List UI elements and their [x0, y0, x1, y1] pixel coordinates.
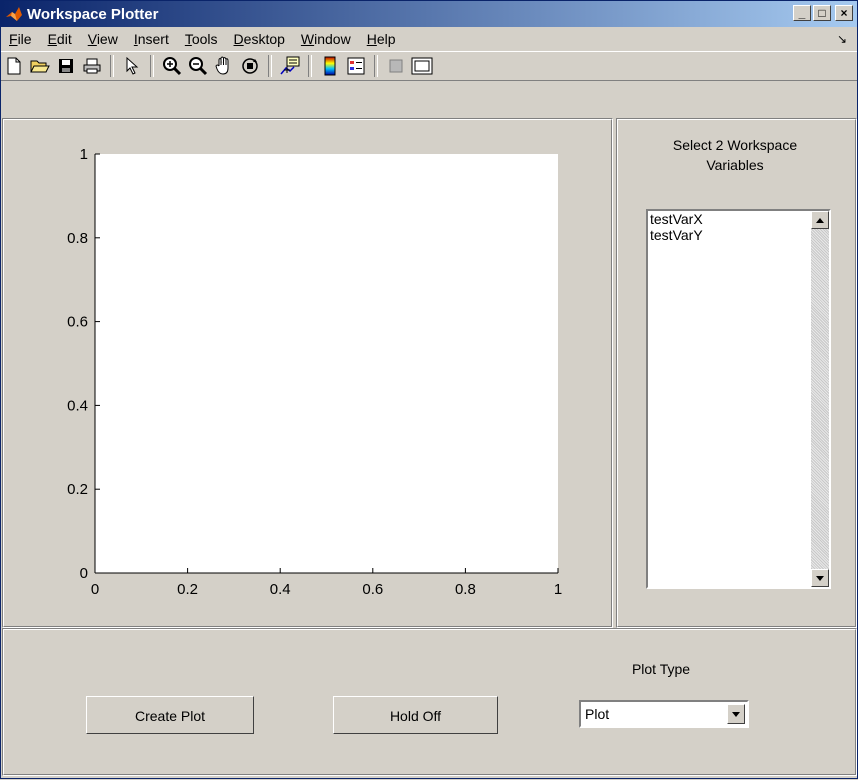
- y-tick-label: 0: [80, 565, 88, 582]
- y-tick-label: 0.2: [67, 481, 88, 498]
- variables-title-line1: Select 2 Workspace: [672, 137, 798, 153]
- y-tick-label: 0.6: [67, 314, 88, 331]
- listbox-scrollbar[interactable]: [811, 211, 829, 587]
- y-tick-label: 1: [80, 146, 88, 163]
- variables-title-line2: Variables: [706, 157, 764, 173]
- plot-type-select[interactable]: Plot: [579, 700, 749, 728]
- list-item[interactable]: testVarX: [648, 211, 829, 227]
- y-tick-label: 0.8: [67, 230, 88, 247]
- x-tick-label: 0.2: [177, 581, 198, 598]
- x-tick-label: 1: [554, 581, 562, 598]
- plot-type-label: Plot Type: [631, 661, 691, 677]
- x-tick-label: 0.6: [362, 581, 383, 598]
- axes-area[interactable]: [95, 154, 558, 573]
- plot-type-value: Plot: [585, 706, 610, 722]
- hold-off-button[interactable]: Hold Off: [333, 696, 498, 734]
- scroll-up-button[interactable]: [811, 211, 829, 229]
- main-window: Workspace Plotter _ □ × File Edit View I…: [0, 0, 858, 779]
- x-tick-label: 0.8: [455, 581, 476, 598]
- scroll-down-button[interactable]: [811, 569, 829, 587]
- dropdown-button[interactable]: [727, 704, 745, 724]
- variables-title: Select 2 Workspace Variables: [617, 135, 853, 175]
- variables-listbox[interactable]: testVarX testVarY: [646, 209, 831, 589]
- create-plot-button[interactable]: Create Plot: [86, 696, 254, 734]
- arrow-down-icon: [816, 575, 824, 581]
- x-tick-label: 0.4: [270, 581, 291, 598]
- y-tick-label: 0.4: [67, 397, 88, 414]
- x-tick-label: 0: [91, 581, 99, 598]
- chevron-down-icon: [732, 711, 740, 717]
- arrow-up-icon: [816, 217, 824, 223]
- list-item[interactable]: testVarY: [648, 227, 829, 243]
